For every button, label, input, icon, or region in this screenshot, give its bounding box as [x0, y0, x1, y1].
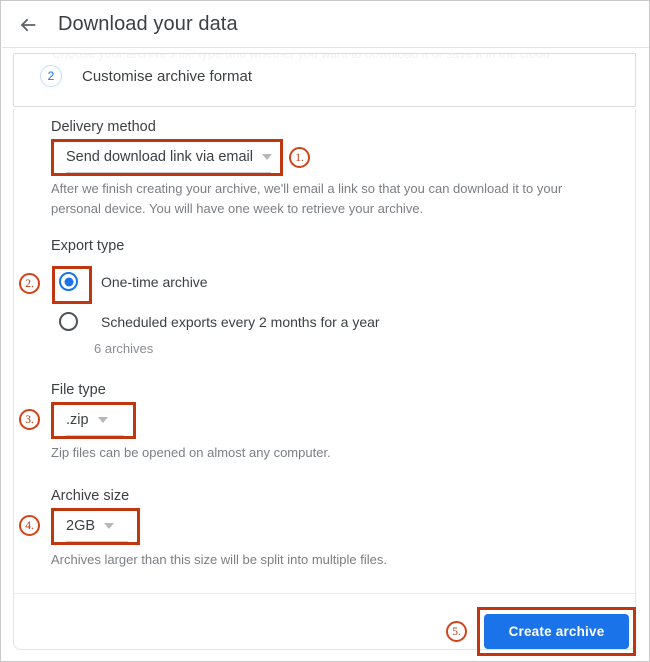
file-type-label: File type: [51, 382, 106, 398]
app-window: Download your data Choose your archive's…: [0, 0, 650, 662]
delivery-method-dropdown[interactable]: Send download link via email: [66, 142, 272, 173]
export-type-option-label: One-time archive: [101, 273, 208, 290]
delivery-method-helper: After we finish creating your archive, w…: [51, 181, 563, 216]
export-type-option-label: Scheduled exports every 2 months for a y…: [101, 313, 380, 330]
create-archive-button[interactable]: Create archive: [484, 614, 629, 649]
file-type-value: .zip: [66, 412, 89, 428]
footer-divider: [14, 593, 635, 594]
back-arrow-icon[interactable]: [11, 8, 45, 42]
scheduled-exports-count: 6 archives: [94, 341, 154, 356]
annotation-number-4: 4.: [19, 515, 40, 536]
archive-size-dropdown[interactable]: 2GB: [66, 511, 128, 542]
page-header: Download your data: [2, 2, 649, 48]
annotation-number-1: 1.: [289, 147, 310, 168]
customise-archive-panel: Delivery method Send download link via e…: [13, 109, 636, 656]
chevron-down-icon: [104, 523, 115, 529]
annotation-number-3: 3.: [19, 409, 40, 430]
annotation-number-2: 2.: [19, 273, 40, 294]
chevron-down-icon: [262, 154, 272, 160]
archive-size-value: 2GB: [66, 518, 96, 534]
file-type-dropdown[interactable]: .zip: [66, 405, 124, 436]
archive-size-label: Archive size: [51, 488, 130, 504]
file-type-helper: Zip files can be opened on almost any co…: [51, 445, 331, 460]
archive-size-helper: Archives larger than this size will be s…: [51, 552, 387, 567]
step-description-ghost: Choose your archive's file type and whet…: [52, 53, 550, 61]
export-type-option-one-time[interactable]: One-time archive: [59, 272, 208, 291]
delivery-method-value: Send download link via email: [66, 149, 253, 165]
delivery-method-label: Delivery method: [51, 119, 156, 135]
page-title: Download your data: [58, 13, 238, 35]
export-type-option-scheduled[interactable]: Scheduled exports every 2 months for a y…: [59, 312, 380, 331]
radio-scheduled-exports[interactable]: [59, 312, 78, 331]
step-number-badge: 2: [40, 65, 62, 87]
step-header-card: Choose your archive's file type and whet…: [13, 53, 636, 107]
annotation-number-5: 5.: [446, 621, 467, 642]
chevron-down-icon: [97, 417, 108, 423]
step-row: 2 Customise archive format: [14, 65, 252, 87]
radio-one-time-archive[interactable]: [59, 272, 78, 291]
step-title: Customise archive format: [82, 67, 253, 85]
export-type-label: Export type: [51, 238, 125, 254]
